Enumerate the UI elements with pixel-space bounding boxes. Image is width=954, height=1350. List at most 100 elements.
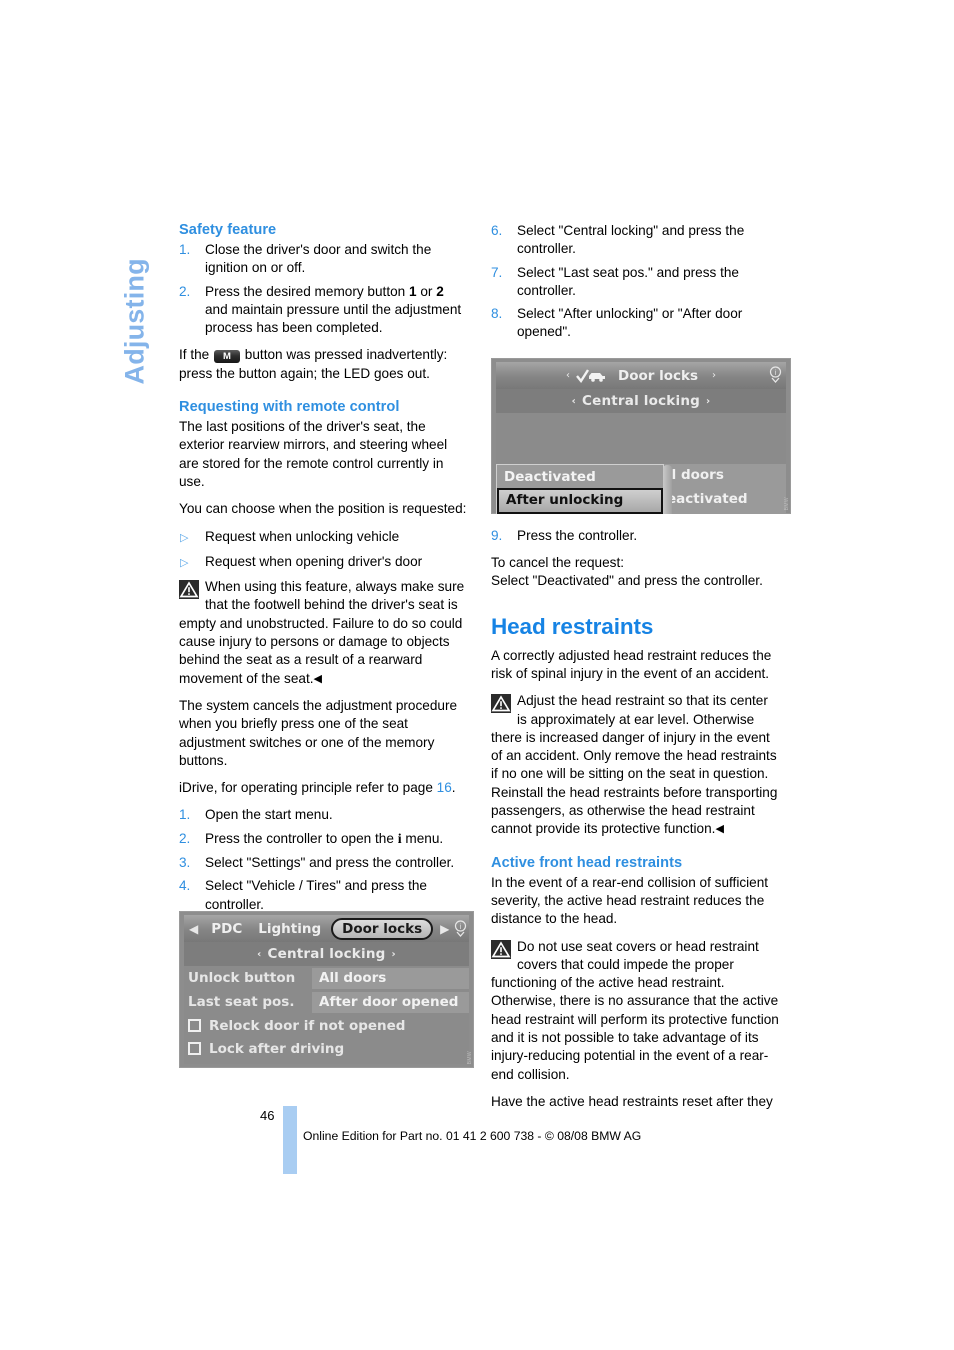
step-number: 3. <box>179 855 191 871</box>
idrive-screenshot-central-locking-dropdown: ‹ Door locks › i ‹ Central locking › ll … <box>491 358 791 514</box>
idrive-topbar: ‹ Door locks › i <box>496 362 786 389</box>
heading-safety-feature: Safety feature <box>179 222 277 238</box>
step-number: 2. <box>179 830 191 846</box>
step-text-before: Press the controller to open the <box>205 830 394 846</box>
scroll-left-icon[interactable]: ◀ <box>184 922 203 936</box>
step-text: Press the desired memory button 1 or 2 a… <box>205 283 462 336</box>
idrive-subbar-central-locking: ‹ Central locking › <box>496 389 786 413</box>
step-number: 1. <box>179 807 191 823</box>
cancel-request-title: To cancel the request: <box>491 555 624 571</box>
step-number: 1. <box>179 242 191 257</box>
remote-control-choose-line: You can choose when the position is requ… <box>179 501 467 517</box>
step-text: Select "Central locking" and press the c… <box>517 223 745 257</box>
idrive-checkbox-relock-door[interactable]: Relock door if not opened <box>184 1014 469 1037</box>
topbar-title: Door locks <box>617 367 699 384</box>
idrive-tab-pdc[interactable]: PDC <box>203 921 250 937</box>
warning-seat-covers: Do not use seat covers or head restraint… <box>491 938 779 1084</box>
idrive-dropdown-last-seat-pos[interactable]: Deactivated After unlocking After door o… <box>496 464 672 514</box>
idrive-ref-after: . <box>451 780 456 796</box>
checkbox-icon[interactable] <box>188 1019 201 1032</box>
info-icon: i <box>397 831 402 847</box>
step-text: Select "Vehicle / Tires" and press the c… <box>205 878 427 912</box>
subbar-left-arrow-icon[interactable]: ‹ <box>566 396 582 407</box>
memory-button-note: If the M button was pressed inadvertentl… <box>179 346 467 383</box>
background-value: eactivated <box>664 488 786 512</box>
cancel-request-text: Select "Deactivated" and press the contr… <box>491 573 763 589</box>
row-label: Last seat pos. <box>188 994 295 1010</box>
idrive-body: ll doors eactivated pened Deactivated Af… <box>496 413 786 514</box>
subbar-right-arrow-icon[interactable]: › <box>386 949 402 960</box>
dropdown-option-after-unlocking[interactable]: After unlocking <box>497 488 663 514</box>
warning-text: Do not use seat covers or head restraint… <box>491 938 779 1082</box>
warning-end-mark: ◀ <box>313 672 322 685</box>
chapter-tab-label: Adjusting <box>119 258 150 385</box>
idrive-tab-door-locks[interactable]: Door locks <box>331 917 434 940</box>
triangle-bullet-icon: ▷ <box>180 531 189 544</box>
list-item: 2. Press the controller to open the i me… <box>179 830 467 849</box>
idrive-screenshot-door-locks: ◀ PDC Lighting Door locks ▶ i ‹ Central … <box>179 911 474 1068</box>
idrive-row-last-seat-pos[interactable]: Last seat pos. After door opened <box>184 990 469 1014</box>
figure-watermark: BMW <box>784 496 790 510</box>
step-text: Close the driver's door and switch the i… <box>205 242 432 276</box>
list-item: 3. Select "Settings" and press the contr… <box>179 854 467 872</box>
warning-triangle-icon <box>179 580 199 600</box>
left-column: Safety feature 1. Close the driver's doo… <box>179 222 467 983</box>
row-label: Unlock button <box>188 970 296 986</box>
override-indicator-icon: i <box>454 919 471 938</box>
step-number: 2. <box>179 283 191 299</box>
warning-text: When using this feature, always make sur… <box>179 578 467 688</box>
topbar-left-arrow-icon[interactable]: ‹ <box>560 370 576 381</box>
dropdown-option-after-door-opened[interactable]: After door opened <box>497 513 663 514</box>
chapter-tab: Adjusting <box>112 212 158 392</box>
remote-control-options: ▷ Request when unlocking vehicle ▷ Reque… <box>179 528 467 572</box>
page-number: 46 <box>260 1108 275 1123</box>
checkbox-label: Relock door if not opened <box>209 1017 406 1034</box>
idrive-background-values: ll doors eactivated pened <box>664 464 786 514</box>
idrive-tab-lighting[interactable]: Lighting <box>250 921 329 937</box>
list-item: 4. Select "Vehicle / Tires" and press th… <box>179 877 467 914</box>
checkbox-icon[interactable] <box>188 1042 201 1055</box>
list-item: 1. Close the driver's door and switch th… <box>179 241 467 278</box>
step-text: Open the start menu. <box>205 807 333 823</box>
dropdown-scrollbar[interactable] <box>663 465 672 514</box>
idrive-screen: ◀ PDC Lighting Door locks ▶ i ‹ Central … <box>184 915 469 1064</box>
list-item: 1. Open the start menu. <box>179 806 467 824</box>
list-item: ▷ Request when opening driver's door <box>179 553 467 571</box>
warning-triangle-icon <box>491 939 511 959</box>
row-value[interactable]: All doors <box>312 967 469 989</box>
active-front-intro: In the event of a rear-end collision of … <box>491 874 769 927</box>
checkbox-label: Lock after driving <box>209 1040 345 1057</box>
page-reference-link[interactable]: 16 <box>437 780 452 795</box>
idrive-ref-before: iDrive, for operating principle refer to… <box>179 780 433 796</box>
idrive-subbar-central-locking: ‹ Central locking › <box>184 942 469 966</box>
step-number: 9. <box>491 527 503 543</box>
list-item: 6. Select "Central locking" and press th… <box>491 222 779 259</box>
list-item: 9. Press the controller. <box>491 527 779 545</box>
list-item: 7. Select "Last seat pos." and press the… <box>491 264 779 301</box>
cancel-procedure-note: The system cancels the adjustment proced… <box>179 697 458 768</box>
override-indicator-icon: i <box>769 366 782 388</box>
heading-active-front-head-restraints: Active front head restraints <box>491 854 683 871</box>
head-restraints-intro: A correctly adjusted head restraint redu… <box>491 647 772 681</box>
step-number: 8. <box>491 306 503 322</box>
figure-watermark: BMW <box>467 1050 473 1064</box>
dropdown-option-deactivated[interactable]: Deactivated <box>497 465 663 489</box>
idrive-row-unlock-button[interactable]: Unlock button All doors <box>184 966 469 990</box>
check-car-icon <box>576 368 606 384</box>
topbar-right-arrow-icon[interactable]: › <box>706 370 722 381</box>
step-number: 4. <box>179 878 191 894</box>
background-value: ll doors <box>664 464 786 488</box>
scroll-right-icon[interactable]: ▶ <box>435 922 454 936</box>
step-text: Select "After unlocking" or "After door … <box>517 306 743 340</box>
idrive-steps-right: 6. Select "Central locking" and press th… <box>491 222 779 342</box>
step-text-after: menu. <box>405 830 444 846</box>
subbar-right-arrow-icon[interactable]: › <box>700 396 716 407</box>
active-front-tail: Have the active head restraints reset af… <box>491 1093 773 1109</box>
warning-body: Adjust the head restraint so that its ce… <box>491 693 778 837</box>
subbar-left-arrow-icon[interactable]: ‹ <box>251 949 267 960</box>
safety-feature-steps: 1. Close the driver's door and switch th… <box>179 241 467 337</box>
step-9-list: 9. Press the controller. <box>491 527 779 545</box>
row-value[interactable]: After door opened <box>312 991 469 1013</box>
note-before: If the <box>179 347 210 363</box>
idrive-checkbox-lock-after-driving[interactable]: Lock after driving <box>184 1037 469 1060</box>
